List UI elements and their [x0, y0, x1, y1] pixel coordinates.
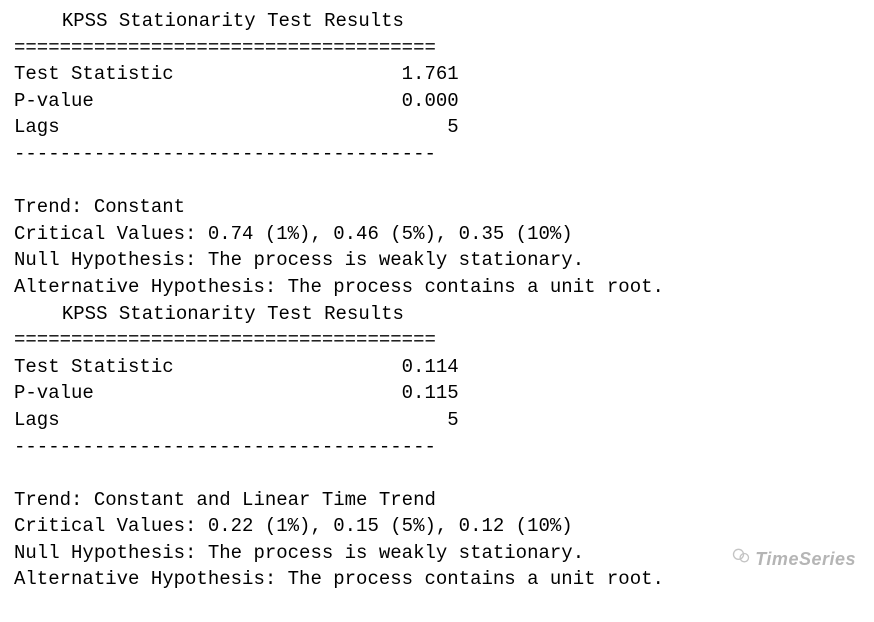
stat-label: Test Statistic — [14, 61, 265, 88]
stat-row-test-statistic-1: Test Statistic 1.761 — [14, 61, 860, 88]
trend-line-1: Trend: Constant — [14, 194, 860, 221]
stat-value: 5 — [265, 407, 459, 434]
stat-label: Test Statistic — [14, 354, 265, 381]
blank-line-1 — [14, 168, 860, 195]
kpss-title-2: KPSS Stationarity Test Results — [14, 301, 860, 328]
kpss-title-1: KPSS Stationarity Test Results — [14, 8, 860, 35]
separator-eq-2: ===================================== — [14, 327, 860, 354]
blank-line-2 — [14, 460, 860, 487]
stat-value: 0.000 — [265, 88, 459, 115]
critical-values-2: Critical Values: 0.22 (1%), 0.15 (5%), 0… — [14, 513, 860, 540]
stat-row-lags-2: Lags 5 — [14, 407, 860, 434]
stat-row-test-statistic-2: Test Statistic 0.114 — [14, 354, 860, 381]
stat-label: Lags — [14, 114, 265, 141]
critical-values-1: Critical Values: 0.74 (1%), 0.46 (5%), 0… — [14, 221, 860, 248]
stat-value: 1.761 — [265, 61, 459, 88]
stat-row-p-value-2: P-value 0.115 — [14, 380, 860, 407]
stat-row-lags-1: Lags 5 — [14, 114, 860, 141]
stat-label: Lags — [14, 407, 265, 434]
separator-dash-2: ------------------------------------- — [14, 434, 860, 461]
null-hypothesis-1: Null Hypothesis: The process is weakly s… — [14, 247, 860, 274]
separator-dash-1: ------------------------------------- — [14, 141, 860, 168]
stat-value: 5 — [265, 114, 459, 141]
stat-value: 0.115 — [265, 380, 459, 407]
alt-hypothesis-1: Alternative Hypothesis: The process cont… — [14, 274, 860, 301]
alt-hypothesis-2: Alternative Hypothesis: The process cont… — [14, 566, 860, 593]
stat-value: 0.114 — [265, 354, 459, 381]
stat-label: P-value — [14, 380, 265, 407]
trend-line-2: Trend: Constant and Linear Time Trend — [14, 487, 860, 514]
stat-label: P-value — [14, 88, 265, 115]
separator-eq-1: ===================================== — [14, 35, 860, 62]
null-hypothesis-2: Null Hypothesis: The process is weakly s… — [14, 540, 860, 567]
stat-row-p-value-1: P-value 0.000 — [14, 88, 860, 115]
